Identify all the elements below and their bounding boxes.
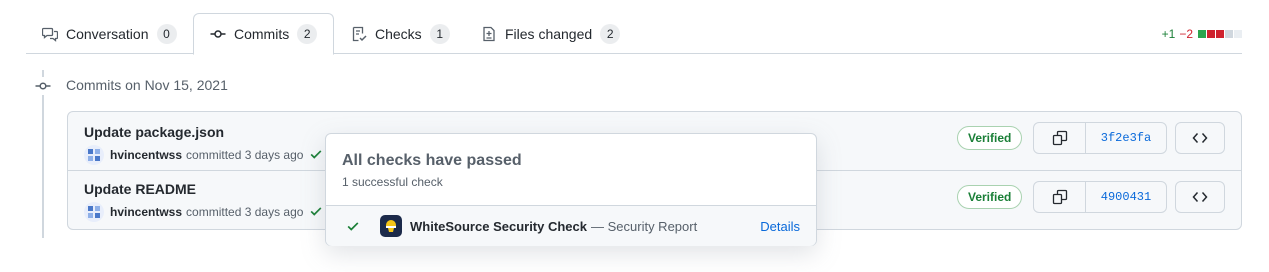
commit-time: committed 3 days ago	[186, 148, 304, 162]
check-run-row: WhiteSource Security Check — Security Re…	[326, 206, 816, 246]
copy-icon	[1052, 189, 1067, 205]
tab-counter: 1	[429, 23, 450, 44]
commit-time: committed 3 days ago	[186, 205, 304, 219]
copy-sha-button[interactable]	[1034, 123, 1086, 153]
git-commit-icon	[34, 77, 52, 95]
code-icon	[1192, 192, 1208, 202]
diffstat-block-added	[1198, 30, 1206, 38]
pr-tabbar: Conversation 0 Commits 2 Checks 1 Files …	[26, 13, 1242, 55]
browse-repo-button[interactable]	[1175, 122, 1225, 154]
diffstat-additions: +1	[1161, 27, 1176, 41]
commit-title-link[interactable]: Update package.json	[84, 124, 224, 140]
verified-badge[interactable]: Verified	[957, 126, 1023, 150]
diffstat-block-neutral	[1225, 30, 1233, 38]
avatar[interactable]	[84, 202, 104, 222]
commit-meta: hvincentwss committed 3 days ago	[84, 145, 323, 165]
tab-counter: 2	[600, 23, 621, 44]
commit-meta: hvincentwss committed 3 days ago	[84, 202, 323, 222]
tab-label: Commits	[234, 26, 290, 42]
commit-sha-link[interactable]: 4900431	[1086, 182, 1166, 212]
tab-files-changed[interactable]: Files changed 2	[465, 13, 636, 54]
code-icon	[1192, 133, 1208, 143]
tab-checks[interactable]: Checks 1	[335, 13, 466, 54]
avatar[interactable]	[84, 145, 104, 165]
commits-date-heading: Commits on Nov 15, 2021	[66, 77, 228, 93]
browse-repo-button[interactable]	[1175, 181, 1225, 213]
verified-badge[interactable]: Verified	[957, 185, 1023, 209]
checklist-icon	[351, 26, 367, 42]
sha-button-group: 4900431	[1033, 181, 1167, 213]
git-commit-icon	[210, 26, 226, 42]
check-icon	[346, 219, 362, 233]
check-status-icon[interactable]	[309, 147, 323, 164]
details-link[interactable]: Details	[760, 219, 800, 234]
tab-label: Conversation	[66, 25, 149, 42]
diffstat-block-neutral	[1234, 30, 1242, 38]
check-run-description: — Security Report	[591, 218, 698, 234]
comment-discussion-icon	[41, 26, 59, 42]
tab-commits[interactable]: Commits 2	[193, 13, 335, 55]
commit-sha-link[interactable]: 3f2e3fa	[1086, 123, 1166, 153]
checks-popover: All checks have passed 1 successful chec…	[325, 133, 817, 246]
popover-subtitle: 1 successful check	[342, 175, 443, 189]
tab-label: Files changed	[505, 25, 593, 42]
popover-title: All checks have passed	[342, 152, 522, 169]
commit-author[interactable]: hvincentwss	[110, 205, 182, 219]
timeline-line	[42, 70, 44, 238]
copy-sha-button[interactable]	[1034, 182, 1086, 212]
check-status-icon[interactable]	[309, 204, 323, 221]
sha-button-group: 3f2e3fa	[1033, 122, 1167, 154]
commit-title-link[interactable]: Update README	[84, 181, 196, 197]
file-diff-icon	[481, 26, 497, 42]
tab-conversation[interactable]: Conversation 0	[26, 13, 193, 54]
check-run-name: WhiteSource Security Check	[410, 218, 587, 234]
copy-icon	[1052, 130, 1067, 146]
diffstat-block-deleted	[1216, 30, 1224, 38]
whitesource-app-icon	[380, 215, 402, 237]
diffstat-deletions: −2	[1179, 27, 1193, 41]
diffstat: +1 −2	[1162, 27, 1242, 41]
tab-counter: 2	[297, 24, 318, 44]
tab-label: Checks	[375, 25, 422, 42]
diffstat-block-deleted	[1207, 30, 1215, 38]
commit-author[interactable]: hvincentwss	[110, 148, 182, 162]
tab-counter: 0	[156, 23, 177, 44]
